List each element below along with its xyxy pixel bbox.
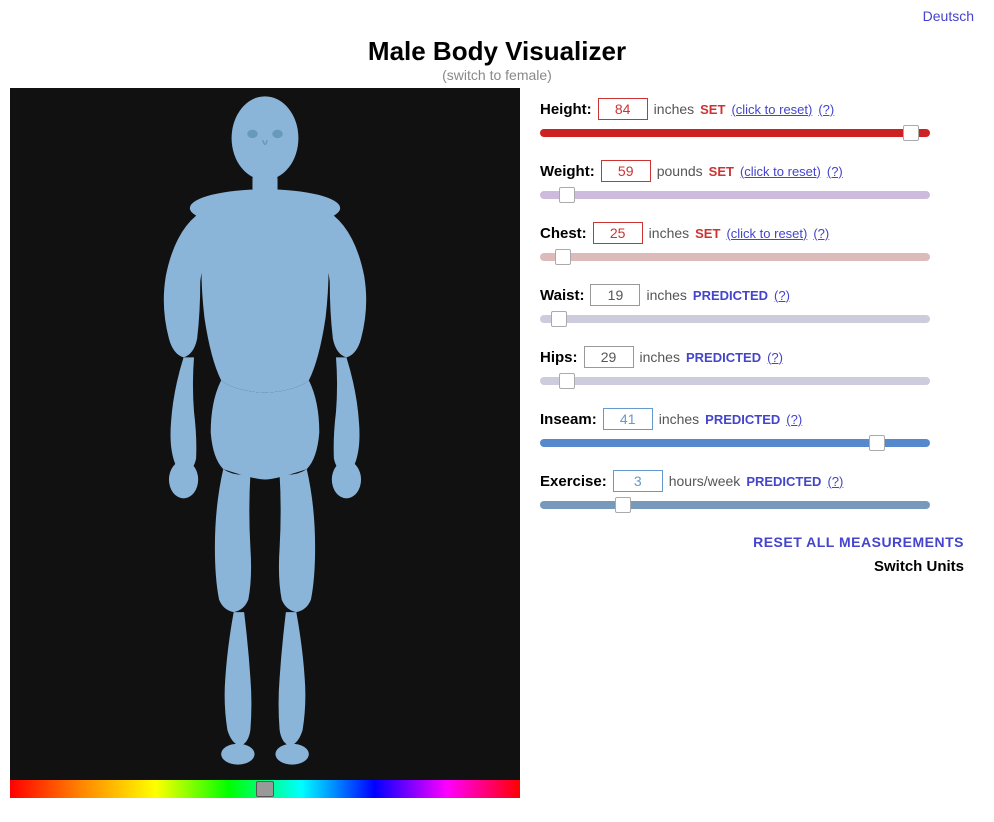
color-bar-thumb[interactable]: [256, 781, 274, 797]
slider-container-hips: [540, 372, 964, 390]
switch-gender-link[interactable]: (switch to female): [442, 67, 552, 83]
measurement-label-row-chest: Chest: inches SET (click to reset) (?): [540, 222, 964, 244]
measurement-input-inseam[interactable]: [603, 408, 653, 430]
slider-thumb-inseam[interactable]: [869, 435, 885, 451]
slider-container-exercise: [540, 496, 964, 514]
main-content: Height: inches SET (click to reset) (?) Wei…: [0, 88, 994, 798]
body-figure-svg: [10, 88, 520, 798]
measurement-input-chest[interactable]: [593, 222, 643, 244]
measurement-input-exercise[interactable]: [613, 470, 663, 492]
measurement-unit-waist: inches: [646, 287, 686, 303]
set-label-height: SET: [700, 102, 725, 117]
slider-thumb-chest[interactable]: [555, 249, 571, 265]
measurements-container: Height: inches SET (click to reset) (?) Wei…: [540, 98, 964, 514]
measurement-input-waist[interactable]: [590, 284, 640, 306]
measurement-label-chest: Chest:: [540, 225, 587, 242]
measurement-label-height: Height:: [540, 101, 592, 118]
measurement-label-weight: Weight:: [540, 163, 595, 180]
measurement-label-waist: Waist:: [540, 287, 584, 304]
help-link-exercise[interactable]: (?): [827, 474, 843, 489]
measurement-row-chest: Chest: inches SET (click to reset) (?): [540, 222, 964, 266]
body-canvas: [10, 88, 520, 798]
measurement-row-height: Height: inches SET (click to reset) (?): [540, 98, 964, 142]
predicted-label-inseam: PREDICTED: [705, 412, 780, 427]
slider-track-waist[interactable]: [540, 315, 930, 323]
measurement-row-hips: Hips: inches PREDICTED (?): [540, 346, 964, 390]
slider-container-chest: [540, 248, 964, 266]
slider-container-weight: [540, 186, 964, 204]
measurement-input-height[interactable]: [598, 98, 648, 120]
measurement-label-row-height: Height: inches SET (click to reset) (?): [540, 98, 964, 120]
slider-track-weight[interactable]: [540, 191, 930, 199]
slider-thumb-waist[interactable]: [551, 311, 567, 327]
measurement-unit-height: inches: [654, 101, 694, 117]
set-label-weight: SET: [709, 164, 734, 179]
slider-thumb-hips[interactable]: [559, 373, 575, 389]
measurement-row-waist: Waist: inches PREDICTED (?): [540, 284, 964, 328]
slider-track-exercise[interactable]: [540, 501, 930, 509]
measurement-label-row-waist: Waist: inches PREDICTED (?): [540, 284, 964, 306]
measurement-input-hips[interactable]: [584, 346, 634, 368]
page-header: Male Body Visualizer (switch to female): [0, 26, 994, 88]
reset-link-height[interactable]: (click to reset): [731, 102, 812, 117]
actions-row: RESET ALL MEASUREMENTS Switch Units: [540, 534, 964, 575]
slider-container-height: [540, 124, 964, 142]
predicted-label-exercise: PREDICTED: [746, 474, 821, 489]
measurement-unit-exercise: hours/week: [669, 473, 741, 489]
slider-container-waist: [540, 310, 964, 328]
measurement-label-exercise: Exercise:: [540, 473, 607, 490]
measurement-label-row-exercise: Exercise: hours/week PREDICTED (?): [540, 470, 964, 492]
help-link-inseam[interactable]: (?): [786, 412, 802, 427]
switch-gender[interactable]: (switch to female): [0, 67, 994, 83]
slider-track-height[interactable]: [540, 129, 930, 137]
help-link-hips[interactable]: (?): [767, 350, 783, 365]
reset-link-chest[interactable]: (click to reset): [726, 226, 807, 241]
slider-track-inseam[interactable]: [540, 439, 930, 447]
measurement-label-inseam: Inseam:: [540, 411, 597, 428]
measurement-input-weight[interactable]: [601, 160, 651, 182]
measurement-unit-hips: inches: [640, 349, 680, 365]
switch-units-button[interactable]: Switch Units: [540, 558, 964, 575]
body-panel: [10, 88, 520, 798]
controls-panel: Height: inches SET (click to reset) (?) Wei…: [520, 88, 984, 798]
slider-thumb-weight[interactable]: [559, 187, 575, 203]
help-link-waist[interactable]: (?): [774, 288, 790, 303]
language-link[interactable]: Deutsch: [923, 8, 974, 24]
set-label-chest: SET: [695, 226, 720, 241]
help-link-chest[interactable]: (?): [813, 226, 829, 241]
predicted-label-hips: PREDICTED: [686, 350, 761, 365]
measurement-unit-inseam: inches: [659, 411, 699, 427]
measurement-unit-weight: pounds: [657, 163, 703, 179]
color-bar[interactable]: [10, 780, 520, 798]
slider-track-chest[interactable]: [540, 253, 930, 261]
top-bar: Deutsch: [0, 0, 994, 26]
help-link-weight[interactable]: (?): [827, 164, 843, 179]
help-link-height[interactable]: (?): [818, 102, 834, 117]
measurement-row-inseam: Inseam: inches PREDICTED (?): [540, 408, 964, 452]
measurement-label-row-inseam: Inseam: inches PREDICTED (?): [540, 408, 964, 430]
predicted-label-waist: PREDICTED: [693, 288, 768, 303]
reset-link-weight[interactable]: (click to reset): [740, 164, 821, 179]
slider-thumb-height[interactable]: [903, 125, 919, 141]
slider-track-hips[interactable]: [540, 377, 930, 385]
measurement-label-row-hips: Hips: inches PREDICTED (?): [540, 346, 964, 368]
measurement-unit-chest: inches: [649, 225, 689, 241]
measurement-row-weight: Weight: pounds SET (click to reset) (?): [540, 160, 964, 204]
measurement-row-exercise: Exercise: hours/week PREDICTED (?): [540, 470, 964, 514]
reset-all-button[interactable]: RESET ALL MEASUREMENTS: [540, 534, 964, 550]
measurement-label-hips: Hips:: [540, 349, 578, 366]
measurement-label-row-weight: Weight: pounds SET (click to reset) (?): [540, 160, 964, 182]
slider-thumb-exercise[interactable]: [615, 497, 631, 513]
slider-container-inseam: [540, 434, 964, 452]
page-title: Male Body Visualizer: [0, 36, 994, 67]
